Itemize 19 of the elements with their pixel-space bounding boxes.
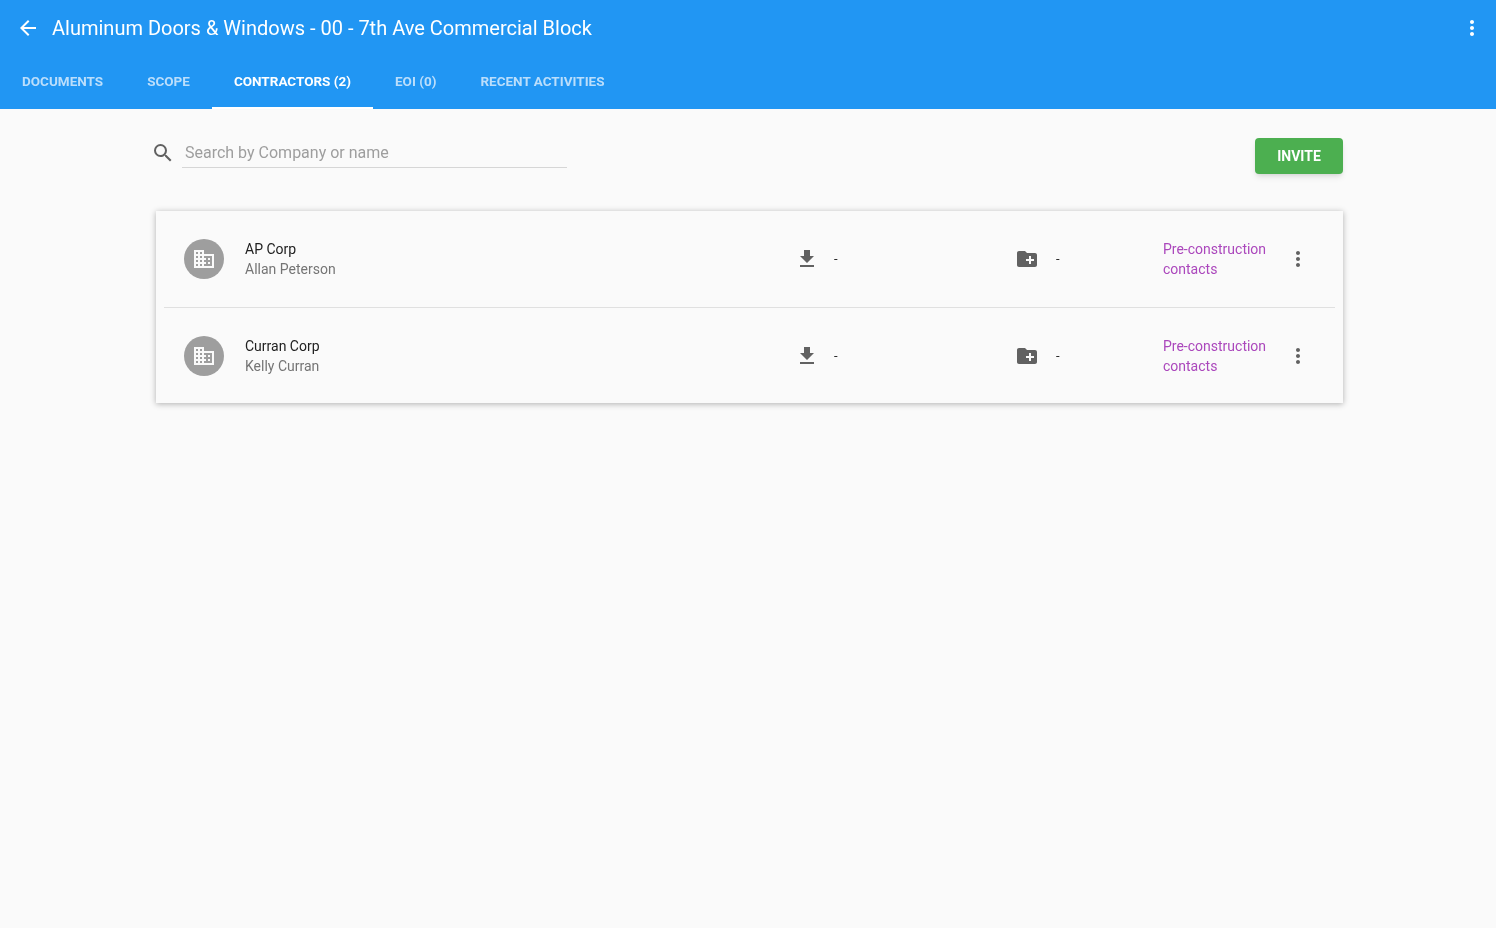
tab[interactable]: CONTRACTORS (2) <box>211 56 373 109</box>
tab[interactable]: RECENT ACTIVITIES <box>458 56 627 109</box>
tab[interactable]: DOCUMENTS <box>0 56 126 109</box>
tab[interactable]: SCOPE <box>125 56 212 109</box>
invite-button[interactable]: INVITE <box>1255 138 1343 174</box>
tab[interactable]: EOI (0) <box>373 56 459 109</box>
pre-construction-contacts-link[interactable]: Pre-construction contacts <box>1163 335 1283 376</box>
folder-count: - <box>1056 250 1060 269</box>
company-name: AP Corp <box>245 240 298 259</box>
pre-construction-contacts-link[interactable]: Pre-construction contacts <box>1163 239 1283 279</box>
page-title: Aluminum Doors & Windows - 00 - 7th Ave Commercial Block <box>52 15 592 42</box>
download-count: - <box>834 250 838 269</box>
folder-count: - <box>1056 346 1060 365</box>
company-name: Curran Corp <box>245 336 321 356</box>
building-icon <box>192 247 216 271</box>
download-count: - <box>834 346 838 365</box>
contact-name: Kelly Curran <box>245 356 321 376</box>
search-field[interactable]: Search by Company or name <box>182 138 567 168</box>
contact-name: Allan Peterson <box>245 260 337 279</box>
